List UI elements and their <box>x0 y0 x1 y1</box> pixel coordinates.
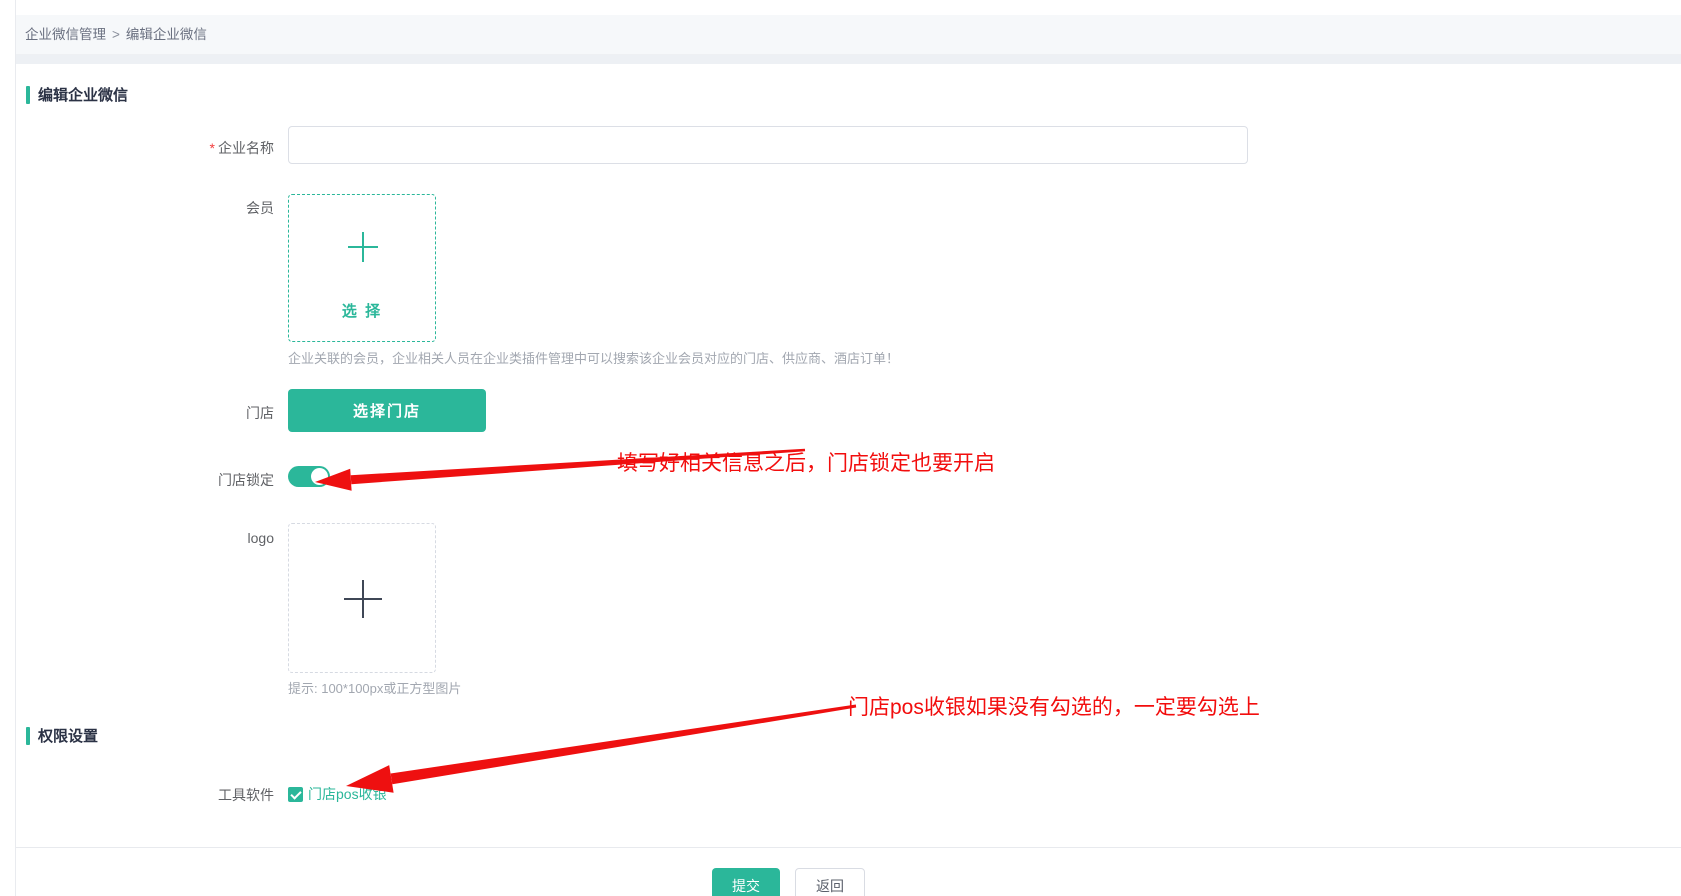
section-marker <box>26 86 30 104</box>
toggle-knob-icon <box>311 468 328 485</box>
top-strip <box>0 0 1681 15</box>
member-help-text: 企业关联的会员，企业相关人员在企业类插件管理中可以搜索该企业会员对应的门店、供应… <box>288 348 899 367</box>
logo-upload-box[interactable] <box>288 523 436 673</box>
plus-icon <box>344 580 382 618</box>
pos-annotation-text: 门店pos收银如果没有勾选的，一定要勾选上 <box>848 691 1260 721</box>
footer-bar: 提交 返回 <box>16 847 1681 896</box>
store-lock-toggle[interactable] <box>288 466 330 487</box>
section-header-edit: 编辑企业微信 <box>26 84 128 105</box>
member-upload-box[interactable]: 选 择 <box>288 194 436 342</box>
company-name-label: *企业名称 <box>56 138 274 158</box>
pos-checkbox-label: 门店pos收银 <box>308 784 387 804</box>
checkbox-checked-icon[interactable] <box>288 787 303 802</box>
plus-icon <box>348 232 378 262</box>
section-marker <box>26 727 30 745</box>
tools-label: 工具软件 <box>56 785 274 805</box>
breadcrumb-item-parent[interactable]: 企业微信管理 <box>25 27 106 42</box>
breadcrumb-item-current: 编辑企业微信 <box>126 27 207 42</box>
collapsed-sidebar-strip <box>0 0 16 896</box>
store-lock-label: 门店锁定 <box>56 470 274 490</box>
breadcrumb-separator: > <box>112 27 120 42</box>
back-button[interactable]: 返回 <box>795 868 865 896</box>
breadcrumb-bar: 企业微信管理 > 编辑企业微信 <box>16 15 1681 55</box>
breadcrumb: 企业微信管理 > 编辑企业微信 <box>25 15 207 55</box>
section-header-permission: 权限设置 <box>26 725 98 746</box>
store-lock-annotation-text: 填写好相关信息之后，门店锁定也要开启 <box>617 447 995 477</box>
company-name-input[interactable] <box>288 126 1248 164</box>
member-label: 会员 <box>56 198 274 218</box>
member-select-text: 选 择 <box>289 300 435 321</box>
required-asterisk: * <box>210 140 215 156</box>
select-store-button[interactable]: 选择门店 <box>288 389 486 432</box>
pos-checkbox-row[interactable]: 门店pos收银 <box>288 784 387 804</box>
submit-button[interactable]: 提交 <box>712 868 780 896</box>
page: 企业微信管理 > 编辑企业微信 编辑企业微信 *企业名称 会员 选 择 企业关联的会… <box>0 0 1681 896</box>
section-title-permission: 权限设置 <box>38 725 98 746</box>
logo-label: logo <box>56 530 274 546</box>
logo-hint-text: 提示: 100*100px或正方型图片 <box>288 678 461 697</box>
store-label: 门店 <box>56 403 274 423</box>
section-title-edit: 编辑企业微信 <box>38 84 128 105</box>
